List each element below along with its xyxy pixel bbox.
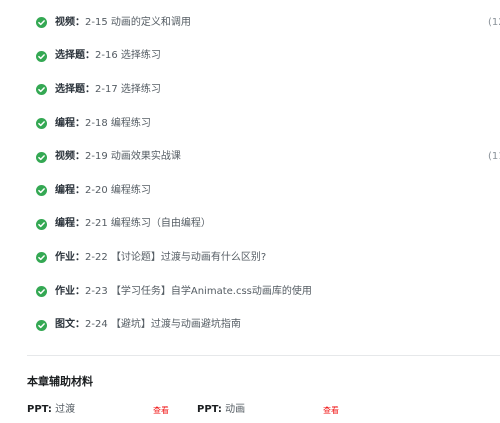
check-circle-icon (36, 286, 47, 298)
auxiliary-materials-title: 本章辅助材料 (27, 375, 93, 388)
chapter-item[interactable]: 选择题：2-17 选择练习 (0, 73, 500, 107)
chapter-item[interactable]: 视频：2-15 动画的定义和调用 (12 (0, 6, 500, 40)
chapter-item[interactable]: 作业：2-22 【讨论题】过渡与动画有什么区别? (0, 241, 500, 275)
chapter-item[interactable]: 编程：2-20 编程练习 (0, 174, 500, 208)
chapter-item[interactable]: 图文：2-24 【避坑】过渡与动画避坑指南 (0, 308, 500, 342)
item-type: 编程： (55, 184, 85, 196)
item-text: 编程：2-20 编程练习 (55, 184, 151, 198)
check-circle-icon (36, 319, 47, 331)
check-circle-icon (36, 252, 47, 264)
item-title: 2-18 编程练习 (85, 117, 151, 129)
view-link-ppt-animation[interactable]: 查看 (323, 405, 339, 416)
item-type: 选择题： (55, 83, 95, 95)
item-text: 编程：2-21 编程练习（自由编程） (55, 217, 211, 231)
chapter-item[interactable]: 编程：2-21 编程练习（自由编程） (0, 208, 500, 242)
item-text: 作业：2-23 【学习任务】自学Animate.css动画库的使用 (55, 285, 312, 299)
material-name: 过渡 (51, 404, 76, 415)
check-circle-icon (36, 118, 47, 130)
item-type: 视频： (55, 16, 85, 28)
item-title: 2-21 编程练习（自由编程） (85, 218, 211, 230)
item-type: 图文： (55, 319, 85, 331)
item-text: 视频：2-19 动画效果实战课 (55, 150, 181, 164)
item-text: 作业：2-22 【讨论题】过渡与动画有什么区别? (55, 251, 266, 265)
item-type: 视频： (55, 151, 85, 163)
chapter-item-list: 视频：2-15 动画的定义和调用 (12 选择题：2-16 选择练习 选择题：2… (0, 6, 500, 342)
item-text: 选择题：2-17 选择练习 (55, 83, 161, 97)
material-type: PPT: (27, 404, 52, 415)
item-text: 选择题：2-16 选择练习 (55, 49, 161, 63)
item-type: 选择题： (55, 50, 95, 62)
chapter-item[interactable]: 选择题：2-16 选择练习 (0, 40, 500, 74)
item-type: 编程： (55, 117, 85, 129)
check-circle-icon (36, 17, 47, 29)
item-title: 2-20 编程练习 (85, 184, 151, 196)
item-title: 2-24 【避坑】过渡与动画避坑指南 (85, 319, 241, 331)
material-item-ppt-transition: PPT: 过渡 (27, 403, 75, 417)
section-divider (27, 355, 500, 356)
chapter-item[interactable]: 视频：2-19 动画效果实战课 (11 (0, 140, 500, 174)
item-text: 图文：2-24 【避坑】过渡与动画避坑指南 (55, 318, 241, 332)
item-type: 作业： (55, 285, 85, 297)
chapter-item[interactable]: 作业：2-23 【学习任务】自学Animate.css动画库的使用 (0, 275, 500, 309)
check-circle-icon (36, 151, 47, 163)
check-circle-icon (36, 218, 47, 230)
material-item-ppt-animation: PPT: 动画 (197, 403, 245, 417)
view-link-ppt-transition[interactable]: 查看 (153, 405, 169, 416)
material-name: 动画 (221, 404, 246, 415)
item-duration: (11 (488, 151, 500, 163)
check-circle-icon (36, 50, 47, 62)
item-text: 编程：2-18 编程练习 (55, 117, 151, 131)
chapter-item[interactable]: 编程：2-18 编程练习 (0, 107, 500, 141)
item-type: 编程： (55, 218, 85, 230)
material-type: PPT: (197, 404, 222, 415)
item-duration: (12 (488, 16, 500, 28)
item-title: 2-22 【讨论题】过渡与动画有什么区别? (85, 251, 267, 263)
item-title: 2-19 动画效果实战课 (85, 151, 181, 163)
check-circle-icon (36, 185, 47, 197)
check-circle-icon (36, 84, 47, 96)
item-title: 2-15 动画的定义和调用 (85, 16, 191, 28)
item-text: 视频：2-15 动画的定义和调用 (55, 16, 191, 30)
item-title: 2-17 选择练习 (95, 83, 161, 95)
item-title: 2-16 选择练习 (95, 50, 161, 62)
item-type: 作业： (55, 251, 85, 263)
item-title: 2-23 【学习任务】自学Animate.css动画库的使用 (85, 285, 312, 297)
